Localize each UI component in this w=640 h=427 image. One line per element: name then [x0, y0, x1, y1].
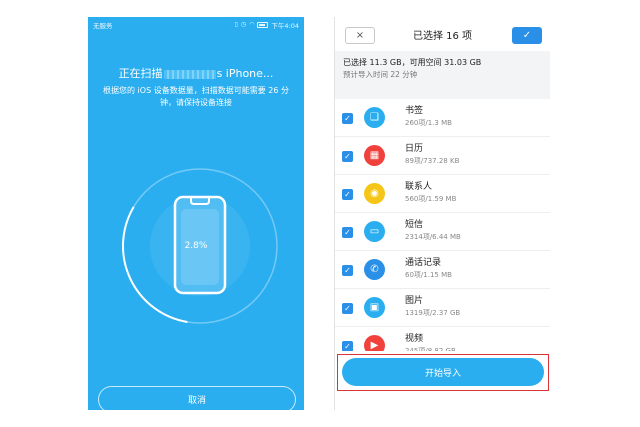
item-label: 视频 — [405, 334, 424, 344]
battery-icon — [257, 22, 269, 28]
selection-screen: × 已选择 16 项 ✓ 已选择 11.3 GB，可用空间 31.03 GB 预… — [334, 17, 550, 410]
bookmark-icon: ❑ — [364, 107, 385, 128]
scan-title-suffix: s iPhone... — [216, 67, 274, 80]
close-icon: × — [355, 30, 365, 41]
contacts-icon: ◉ — [364, 183, 385, 204]
confirm-button[interactable]: ✓ — [512, 27, 542, 44]
category-list: ✓ ❑ 书签 260项/1.3 MB ✓ ▦ 日历 89项/737.28 KB ✓ ◉ 联系人 560… — [335, 99, 550, 365]
checkbox[interactable]: ✓ — [342, 265, 353, 276]
carrier-text: 无服务 — [93, 22, 113, 30]
checkbox[interactable]: ✓ — [342, 303, 353, 314]
status-bar: 无服务 ▯ ◷ ◠ 下午4:04 — [88, 17, 304, 33]
item-label: 通话记录 — [405, 258, 442, 268]
checkbox[interactable]: ✓ — [342, 227, 353, 238]
top-bar: × 已选择 16 项 ✓ — [335, 17, 550, 51]
item-text: 短信 2314项/6.44 MB — [405, 219, 461, 243]
item-size: 60项/1.15 MB — [405, 271, 452, 279]
item-text: 通话记录 60项/1.15 MB — [405, 257, 452, 281]
item-label: 书签 — [405, 106, 424, 116]
item-size: 89项/737.28 KB — [405, 157, 460, 165]
checkbox[interactable]: ✓ — [342, 189, 353, 200]
item-size: 560项/1.59 MB — [405, 195, 457, 203]
item-label: 图片 — [405, 296, 424, 306]
item-size: 2314项/6.44 MB — [405, 233, 461, 241]
status-icons: ▯ ◷ ◠ 下午4:04 — [234, 20, 299, 31]
checkbox[interactable]: ✓ — [342, 113, 353, 124]
vibrate-icon: ▯ — [234, 21, 238, 28]
item-text: 日历 89项/737.28 KB — [405, 143, 459, 167]
scan-title: 正在扫描 s iPhone... — [88, 65, 304, 81]
scan-title-prefix: 正在扫描 — [118, 67, 163, 80]
cancel-button[interactable]: 取消 — [98, 386, 296, 410]
bottom-action-area: 开始导入 — [335, 351, 550, 410]
selection-summary: 已选择 11.3 GB，可用空间 31.03 GB 预计导入时间 22 分钟 — [335, 53, 550, 99]
item-text: 书签 260项/1.3 MB — [405, 105, 452, 129]
wifi-icon: ◠ — [249, 21, 255, 28]
masked-name — [163, 69, 216, 79]
calendar-icon: ▦ — [364, 145, 385, 166]
close-button[interactable]: × — [345, 27, 375, 44]
alarm-icon: ◷ — [240, 21, 247, 28]
item-label: 联系人 — [405, 182, 433, 192]
page-title: 已选择 16 项 — [412, 30, 473, 42]
progress-percent: 2.8% — [184, 241, 208, 251]
selected-size-text: 已选择 11.3 GB，可用空间 31.03 GB — [343, 58, 482, 67]
image-icon: ▣ — [364, 297, 385, 318]
item-size: 1319项/2.37 GB — [405, 309, 461, 317]
item-label: 日历 — [405, 144, 424, 154]
list-item[interactable]: ✓ ✆ 通话记录 60项/1.15 MB — [335, 251, 550, 289]
item-text: 图片 1319项/2.37 GB — [405, 295, 460, 319]
list-item[interactable]: ✓ ▭ 短信 2314项/6.44 MB — [335, 213, 550, 251]
messages-icon: ▭ — [364, 221, 385, 242]
checkbox[interactable]: ✓ — [342, 151, 353, 162]
item-text: 联系人 560项/1.59 MB — [405, 181, 456, 205]
checkmark-icon: ✓ — [522, 30, 532, 41]
start-import-button[interactable]: 开始导入 — [342, 358, 544, 386]
list-item[interactable]: ✓ ▣ 图片 1319项/2.37 GB — [335, 289, 550, 327]
item-label: 短信 — [405, 220, 424, 230]
clock-text: 下午4:04 — [271, 22, 299, 30]
list-item[interactable]: ✓ ◉ 联系人 560项/1.59 MB — [335, 175, 550, 213]
list-item[interactable]: ✓ ❑ 书签 260项/1.3 MB — [335, 99, 550, 137]
item-size: 260项/1.3 MB — [405, 119, 452, 127]
scan-description: 根据您的 iOS 设备数据量，扫描数据可能需要 26 分钟，请保持设备连接 — [103, 86, 289, 107]
scanning-screen: 无服务 ▯ ◷ ◠ 下午4:04 正在扫描 s iPhone... 根据您的 iO… — [88, 17, 304, 410]
list-item[interactable]: ✓ ▦ 日历 89项/737.28 KB — [335, 137, 550, 175]
call-log-icon: ✆ — [364, 259, 385, 280]
estimated-time-text: 预计导入时间 22 分钟 — [343, 70, 418, 79]
